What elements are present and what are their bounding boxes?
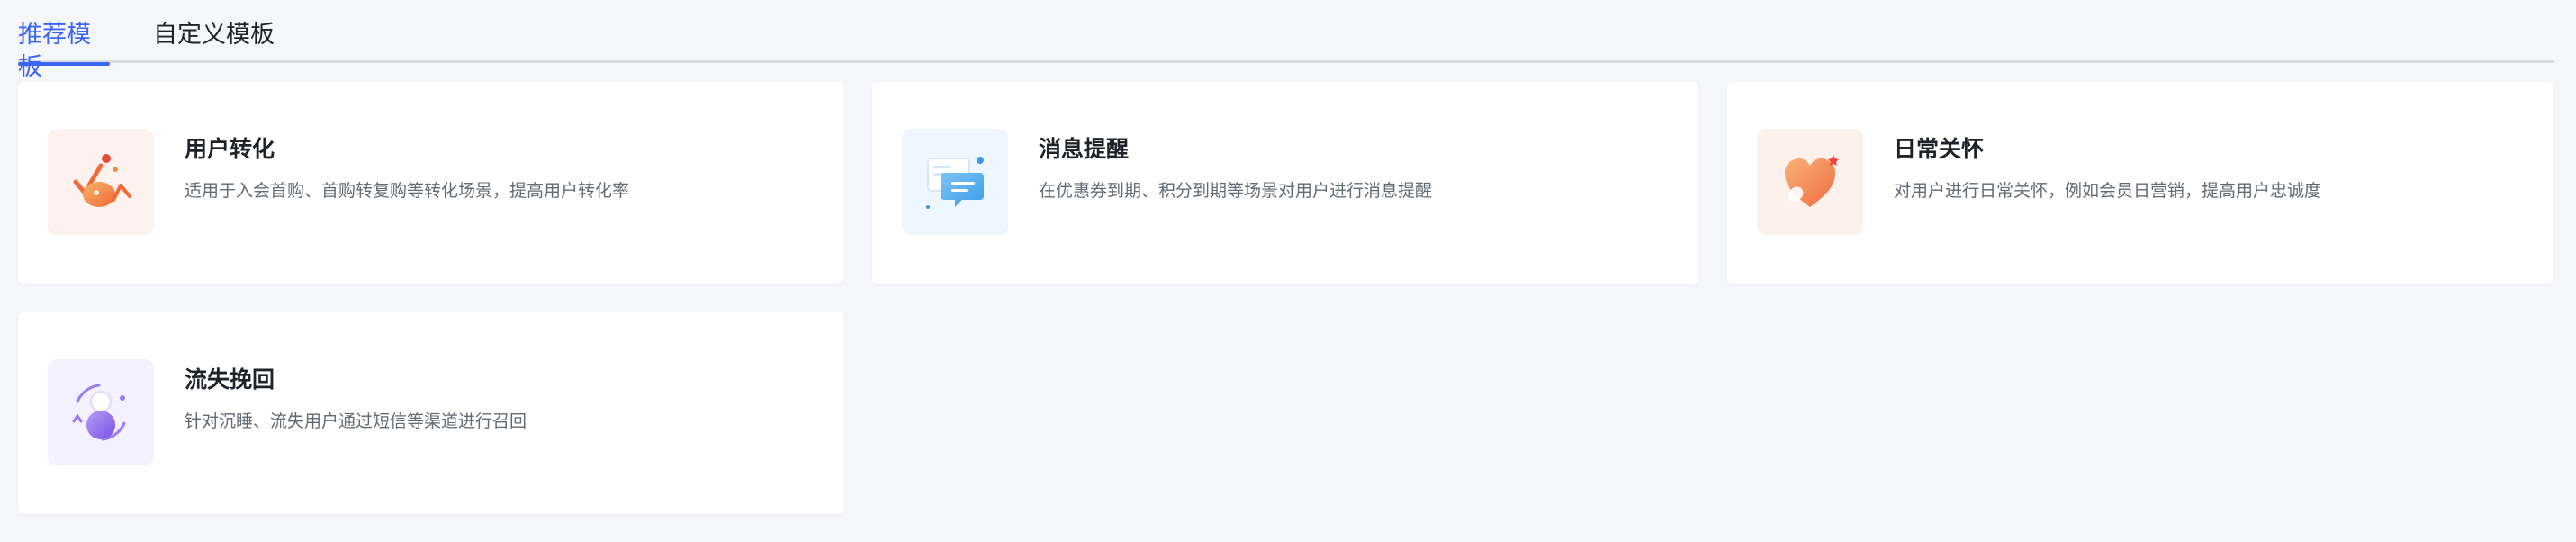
card-description: 对用户进行日常关怀，例如会员日营销，提高用户忠诚度 (1894, 182, 2322, 201)
tab-label: 推荐模板 (18, 21, 91, 80)
template-page: 推荐模板 自定义模板 用户转化 适用于入会首购、首购转复购等转化场景，提高用户转… (0, 0, 2576, 542)
daily-care-icon (1757, 129, 1863, 235)
template-card-churn-recovery[interactable]: 流失挽回 针对沉睡、流失用户通过短信等渠道进行召回 (18, 312, 844, 514)
card-description: 在优惠券到期、积分到期等场景对用户进行消息提醒 (1039, 182, 1433, 201)
active-tab-indicator (18, 62, 110, 66)
card-title: 日常关怀 (1894, 137, 1985, 162)
churn-recovery-icon (48, 359, 154, 465)
template-tabs: 推荐模板 自定义模板 (18, 0, 2554, 80)
template-card-message-reminder[interactable]: 消息提醒 在优惠券到期、积分到期等场景对用户进行消息提醒 (872, 82, 1698, 284)
user-conversion-icon (48, 129, 154, 235)
template-card-user-conversion[interactable]: 用户转化 适用于入会首购、首购转复购等转化场景，提高用户转化率 (18, 82, 844, 284)
tab-custom-templates[interactable]: 自定义模板 (153, 18, 279, 63)
card-description: 针对沉睡、流失用户通过短信等渠道进行召回 (185, 412, 527, 431)
template-card-daily-care[interactable]: 日常关怀 对用户进行日常关怀，例如会员日营销，提高用户忠诚度 (1727, 82, 2553, 284)
tab-label: 自定义模板 (153, 21, 275, 48)
card-title: 消息提醒 (1039, 137, 1130, 162)
card-title: 流失挽回 (185, 367, 275, 393)
card-title: 用户转化 (185, 137, 275, 162)
card-description: 适用于入会首购、首购转复购等转化场景，提高用户转化率 (185, 182, 630, 201)
tab-recommended-templates[interactable]: 推荐模板 (18, 18, 110, 80)
message-reminder-icon (902, 129, 1008, 235)
